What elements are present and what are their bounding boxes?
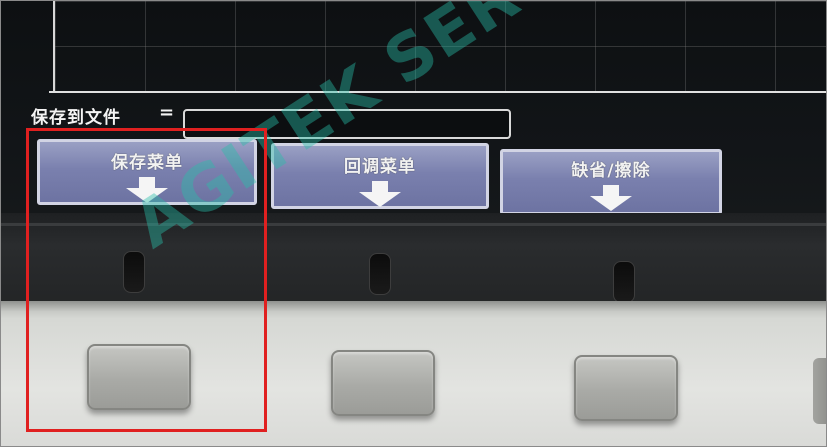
save-to-file-label: 保存到文件 xyxy=(31,108,121,128)
softkey-default-erase-label: 缺省/擦除 xyxy=(571,161,651,181)
grid-border xyxy=(49,91,826,93)
hardware-softkey-2[interactable] xyxy=(331,350,435,416)
bezel-notch-3 xyxy=(613,261,635,303)
softkey-default-erase[interactable]: 缺省/擦除 xyxy=(500,149,722,215)
hardware-softkey-4-partial[interactable] xyxy=(813,358,826,424)
arrow-down-icon xyxy=(590,185,632,211)
highlight-box xyxy=(26,128,267,432)
equals-sign: = xyxy=(159,102,175,123)
hardware-softkey-3[interactable] xyxy=(574,355,678,421)
arrow-down-icon xyxy=(359,181,401,207)
photo-frame: 保存到文件 = 保存菜单 回调菜单 缺省/擦除 AGITEK xyxy=(0,0,827,447)
bezel-notch-2 xyxy=(369,253,391,295)
